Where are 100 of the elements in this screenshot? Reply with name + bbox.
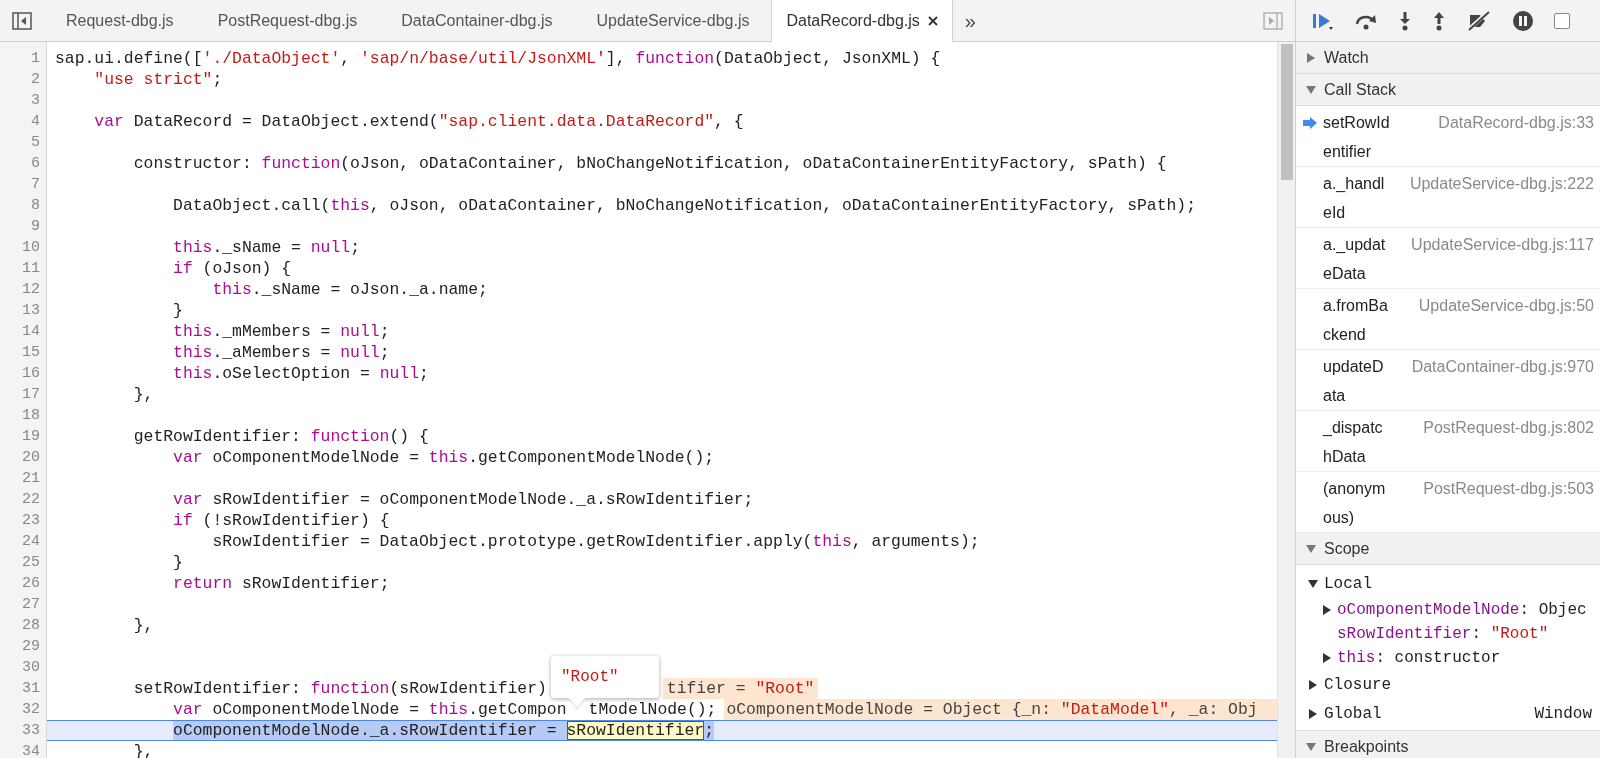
code-line: getRowIdentifier: function() { [132,426,429,447]
code-line: this._mMembers = null; [172,321,390,342]
line-number: 5 [30,133,41,153]
scope-property: this: constructor [1337,648,1501,669]
line-number: 20 [21,448,41,468]
code-line: constructor: function(oJson, oDataContainer, bNoChangeNotification, oDataContainerEntityFactory, sPath) { [132,153,1167,174]
line-number: 21 [21,469,41,489]
function-name: (anonymous) [1323,479,1387,528]
section-header[interactable]: Breakpoints [1296,731,1600,758]
close-icon[interactable] [927,16,938,26]
line-number: 8 [30,196,41,216]
line-number: 1 [30,49,41,69]
collapsed-triangle-icon[interactable] [1322,653,1332,663]
line-number: 14 [21,322,41,342]
line-number: 12 [21,280,41,300]
collapsed-triangle-icon[interactable] [1308,708,1318,719]
section-header[interactable]: Watch [1296,42,1600,74]
code-line: DataObject.call(this, oJson, oDataContainer, bNoChangeNotification, oDataContainerEntityFactory, sPath); [172,195,1197,216]
code-line: "use strict"; [93,69,223,90]
function-name: _dispatchData [1323,418,1384,467]
function-name: updateData [1323,357,1385,406]
file-tab[interactable]: Request-dbg.js [44,0,196,41]
code-line: this._sName = oJson._a.name; [211,279,488,300]
scope-name[interactable]: Global [1324,701,1382,726]
scope-property: sRowIdentifier: "Root" [1337,624,1549,645]
line-number: 15 [21,343,41,363]
line-number: 29 [21,637,41,657]
step-into-icon[interactable] [1398,10,1412,31]
checkbox[interactable] [1554,12,1570,29]
file-location[interactable]: UpdateService-dbg.js:222 [1409,169,1594,198]
sidebar-toggle-icon[interactable] [1263,11,1283,30]
line-number: 7 [30,175,41,195]
file-location[interactable]: DataRecord-dbg.js:33 [1438,108,1594,137]
code-line: }, [132,615,154,636]
code-line: var oComponentModelNode = this.getComponentModelNode(); [172,447,715,468]
call-stack-frame[interactable]: setRowIdentifier DataRecord-dbg.js:33 [1296,106,1600,167]
file-location[interactable]: PostRequest-dbg.js:503 [1423,474,1594,503]
line-number: 23 [21,511,41,531]
file-location[interactable]: UpdateService-dbg.js:50 [1418,291,1594,320]
line-number: 13 [21,301,41,321]
section-header[interactable]: Scope [1296,533,1600,565]
pause-on-exceptions-icon[interactable] [1512,9,1534,32]
line-number: 16 [21,364,41,384]
file-location[interactable]: DataContainer-dbg.js:970 [1411,352,1594,381]
step-out-icon[interactable] [1432,10,1446,31]
expanded-triangle-icon[interactable] [1308,578,1318,589]
file-location[interactable]: PostRequest-dbg.js:802 [1423,413,1594,442]
file-location[interactable]: UpdateService-dbg.js:117 [1411,230,1594,259]
call-stack-frame[interactable]: a._handleId UpdateService-dbg.js:222 [1296,167,1600,228]
code-line: if (oJson) { [172,258,292,279]
more-tabs-button[interactable]: » [952,0,988,41]
call-stack-frame[interactable]: updateData DataContainer-dbg.js:970 [1296,350,1600,411]
file-tab[interactable]: PostRequest-dbg.js [195,0,380,41]
code-line: } [172,300,183,321]
call-stack-frame[interactable]: a.fromBackend UpdateService-dbg.js:50 [1296,289,1600,350]
line-number: 26 [21,574,41,594]
code-line: var DataRecord = DataObject.extend("sap.client.data.DataRecord", { [93,111,744,132]
line-number: 25 [21,553,41,573]
code-line: tModelNode(); [588,699,717,720]
file-tab[interactable]: DataContainer-dbg.js [379,0,575,41]
line-number: 22 [21,490,41,510]
code-line: } [172,552,183,573]
scope-name[interactable]: Closure [1324,672,1392,697]
popover-value: "Root" [561,668,619,686]
line-number: 31 [21,679,41,699]
navigator-toggle-icon[interactable] [12,11,32,30]
call-stack-frame[interactable]: a._updateData UpdateService-dbg.js:117 [1296,228,1600,289]
code-line: }, [132,384,154,405]
line-number: 34 [21,742,41,758]
scrollbar-thumb[interactable] [1280,44,1293,180]
code-line: this._sName = null; [172,237,360,258]
call-stack-frame[interactable]: _dispatchData PostRequest-dbg.js:802 [1296,411,1600,472]
code-line: sRowIdentifier = DataObject.prototype.getRowIdentifier.apply(this, arguments); [211,531,980,552]
scope-property: oComponentModelNode: Objec [1337,600,1587,621]
line-number: 3 [30,91,41,111]
line-number: 27 [21,595,41,615]
line-number: 30 [21,658,41,678]
collapsed-triangle-icon[interactable] [1308,679,1318,690]
line-number: 28 [21,616,41,636]
section-header[interactable]: Call Stack [1296,74,1600,106]
code-line: if (!sRowIdentifier) { [172,510,390,531]
inline-value: tifier = "Root" [662,678,819,699]
code-line: this.oSelectOption = null; [172,363,429,384]
code-line: oComponentModelNode._a.sRowIdentifier = sRowIdentifier; [172,720,715,741]
collapsed-triangle-icon[interactable] [1322,605,1332,615]
line-number: 11 [21,259,41,279]
code-line: setRowIdentifier: function(sRowIdentifier) [132,678,547,699]
code-line: this._aMembers = null; [172,342,390,363]
deactivate-breakpoints-icon[interactable] [1466,10,1492,31]
line-number: 17 [21,385,41,405]
line-number: 18 [21,406,41,426]
current-frame-arrow-icon [1302,116,1317,129]
inline-value: oComponentModelNode = Object {_n: "DataModel", _a: Obj [724,699,1277,720]
scope-name[interactable]: Local [1324,571,1372,596]
file-tab[interactable]: UpdateService-dbg.js [574,0,772,41]
scope-value: Window [1534,703,1592,725]
code-line: return sRowIdentifier; [172,573,390,594]
code-line: sap.ui.define(['./DataObject', 'sap/n/base/util/JsonXML'], function(DataObject, JsonXML) { [55,48,941,69]
line-number: 33 [21,721,41,741]
file-tab[interactable]: DataRecord-dbg.js [771,0,953,42]
